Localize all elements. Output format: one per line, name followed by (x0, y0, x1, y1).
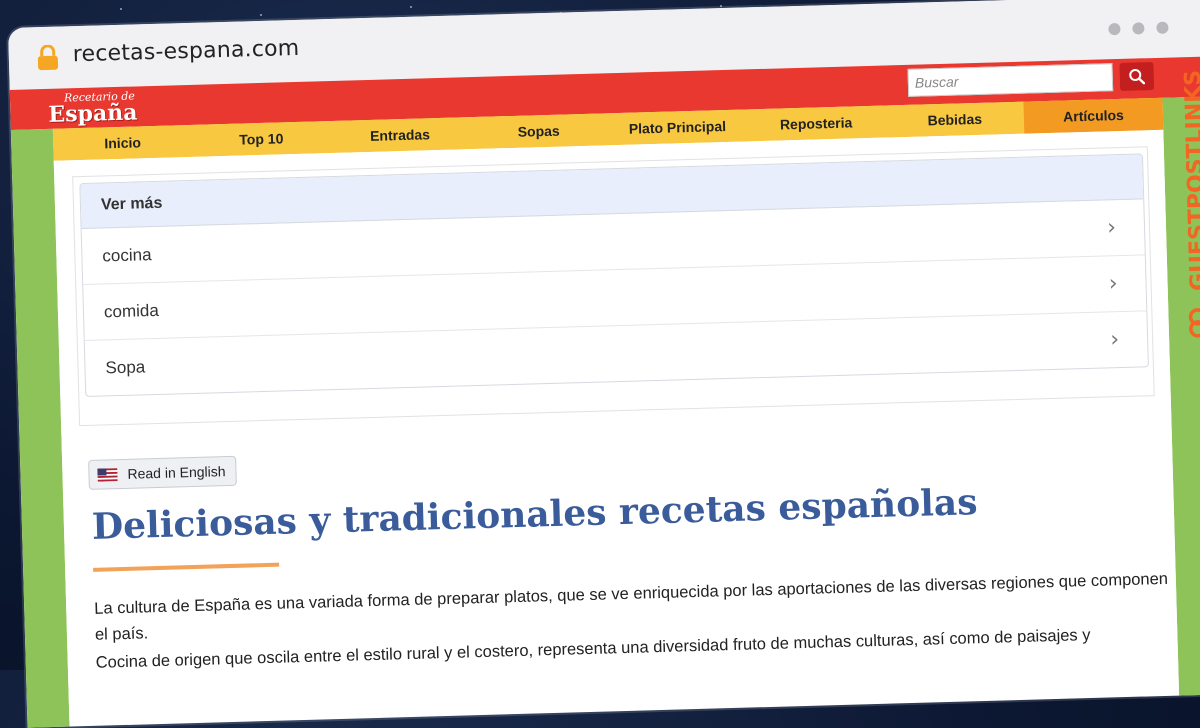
search-button[interactable] (1119, 62, 1155, 91)
see-more-list: Ver más cocina › comida › Sopa › (79, 153, 1149, 397)
list-item-label: cocina (102, 245, 152, 266)
main-content: Ver más cocina › comida › Sopa › Read in… (53, 129, 1179, 721)
link-icon (1188, 308, 1200, 338)
window-controls (1108, 21, 1169, 36)
chevron-right-icon: › (1106, 215, 1117, 241)
nav-item-entradas[interactable]: Entradas (330, 117, 470, 153)
nav-item-sopas[interactable]: Sopas (469, 113, 609, 149)
lock-icon (37, 44, 59, 71)
browser-window: recetas-espana.com Recetario de España I… (8, 0, 1200, 728)
chevron-right-icon: › (1109, 327, 1120, 353)
logo-title: España (48, 99, 138, 128)
site-logo[interactable]: Recetario de España (48, 89, 138, 128)
page-title: Deliciosas y tradicionales recetas españ… (91, 481, 978, 548)
nav-item-bebidas[interactable]: Bebidas (885, 102, 1025, 138)
read-in-english-label: Read in English (127, 463, 226, 482)
read-in-english-button[interactable]: Read in English (88, 455, 237, 490)
url-text[interactable]: recetas-espana.com (72, 36, 299, 67)
window-dot[interactable] (1108, 22, 1121, 36)
search-icon (1129, 69, 1146, 85)
list-item-label: comida (103, 300, 160, 322)
nav-item-plato-principal[interactable]: Plato Principal (608, 109, 748, 145)
nav-item-top-10[interactable]: Top 10 (192, 121, 332, 157)
title-underline (93, 562, 280, 572)
nav-item-reposteria[interactable]: Reposteria (746, 106, 886, 142)
window-dot[interactable] (1156, 21, 1169, 34)
search-input[interactable] (907, 63, 1114, 97)
us-flag-icon (97, 467, 118, 482)
chevron-right-icon: › (1108, 271, 1118, 297)
nav-item-inicio[interactable]: Inicio (53, 125, 193, 161)
nav-item-articulos[interactable]: Artículos (1023, 97, 1164, 134)
see-more-panel: Ver más cocina › comida › Sopa › (72, 146, 1155, 427)
watermark-text: GUESTPOSTLINKS (1181, 70, 1200, 292)
window-dot[interactable] (1132, 22, 1145, 35)
list-item-label: Sopa (105, 357, 146, 378)
